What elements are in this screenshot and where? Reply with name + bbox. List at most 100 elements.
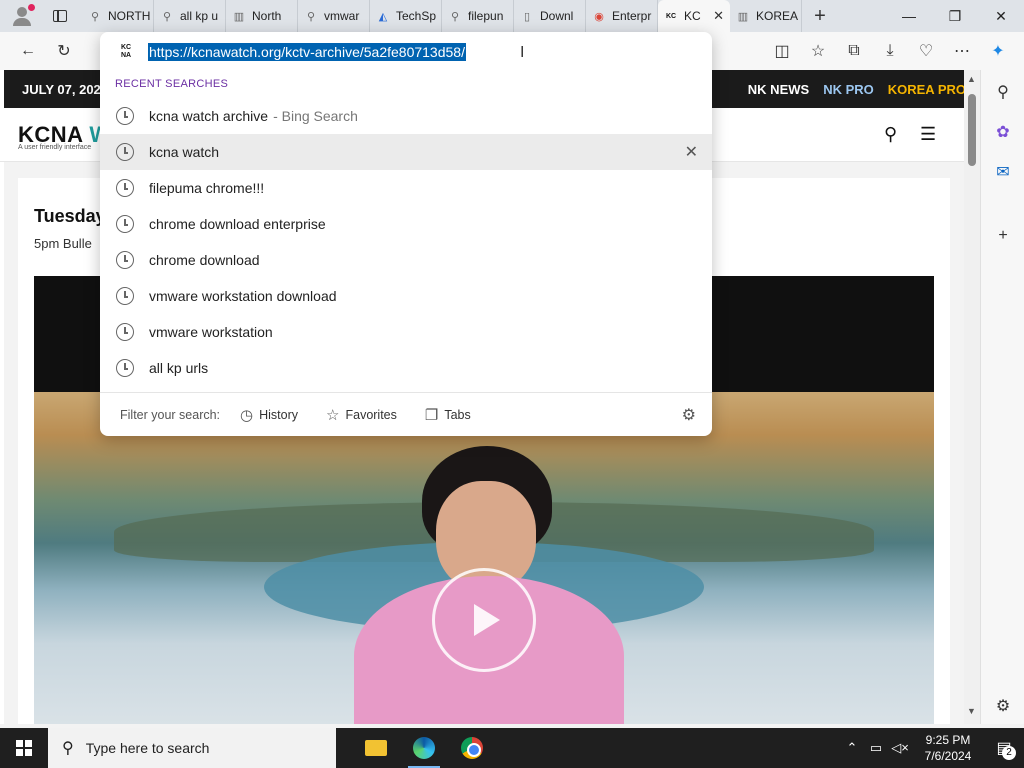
history-icon bbox=[116, 143, 134, 161]
edge-icon bbox=[413, 737, 435, 759]
play-icon bbox=[474, 604, 500, 636]
hamburger-menu-icon[interactable]: ☰ bbox=[920, 124, 936, 145]
suggestion-item-highlighted[interactable]: kcna watch ✕ bbox=[100, 134, 712, 170]
site-search-icon[interactable]: ⚲ bbox=[884, 124, 897, 145]
file-explorer-button[interactable] bbox=[352, 728, 400, 768]
suggestion-item[interactable]: vmware workstation bbox=[100, 314, 712, 350]
tab-actions-button[interactable] bbox=[38, 0, 82, 32]
network-icon[interactable]: ▭ bbox=[864, 740, 888, 756]
more-menu-icon[interactable]: ⋯ bbox=[944, 35, 980, 67]
remove-suggestion-icon[interactable]: ✕ bbox=[685, 142, 698, 162]
kcna-icon: ▥ bbox=[233, 10, 245, 23]
favorites-icon[interactable]: ☆ bbox=[800, 35, 836, 67]
notification-center-button[interactable]: ▤ 2 bbox=[984, 728, 1024, 768]
tab-label: Enterpr bbox=[612, 9, 652, 23]
tab-6[interactable]: ⚲ filepun bbox=[442, 0, 514, 32]
sidebar-search-icon[interactable]: ⚲ bbox=[993, 82, 1013, 102]
filter-label: Filter your search: bbox=[120, 407, 221, 422]
tab-10[interactable]: ▥ KOREA bbox=[730, 0, 802, 32]
search-icon: ⚲ bbox=[306, 10, 316, 23]
profile-button[interactable] bbox=[0, 0, 38, 32]
history-icon bbox=[116, 215, 134, 233]
suggestion-item[interactable]: vmware workstation download bbox=[100, 278, 712, 314]
refresh-button[interactable]: ↻ bbox=[46, 35, 82, 67]
kcna-icon: ▥ bbox=[737, 10, 749, 23]
filter-history[interactable]: ◷ History bbox=[240, 406, 298, 424]
star-icon: ☆ bbox=[326, 406, 340, 424]
suggestion-item[interactable]: kcna watch archive - Bing Search bbox=[100, 98, 712, 134]
profile-avatar-icon bbox=[17, 7, 27, 17]
filter-history-label: History bbox=[259, 407, 299, 422]
suggestion-text: filepuma chrome!!! bbox=[149, 180, 265, 196]
close-tab-icon[interactable]: ✕ bbox=[713, 8, 724, 24]
filter-tabs-label: Tabs bbox=[444, 407, 471, 422]
chrome-taskbar-button[interactable] bbox=[448, 728, 496, 768]
search-icon: ⚲ bbox=[90, 10, 100, 23]
page-scrollbar[interactable]: ▲ ▼ bbox=[964, 70, 980, 724]
filter-tabs[interactable]: ❐ Tabs bbox=[425, 406, 471, 424]
recent-searches-label: RECENT SEARCHES bbox=[115, 78, 229, 90]
copilot-icon[interactable]: ✦ bbox=[980, 35, 1016, 67]
taskbar-search-box[interactable]: ⚲ Type here to search bbox=[48, 728, 336, 768]
history-icon bbox=[116, 323, 134, 341]
scroll-down-icon[interactable]: ▼ bbox=[967, 706, 976, 716]
scroll-thumb[interactable] bbox=[968, 94, 976, 166]
close-window-button[interactable]: ✕ bbox=[978, 0, 1024, 32]
tab-7[interactable]: ▯ Downl bbox=[514, 0, 586, 32]
toolbar-right: ◫ ☆ ⧉ ⤓ ♡ ⋯ ✦ bbox=[764, 35, 1016, 67]
tab-label: all kp u bbox=[180, 9, 219, 23]
filter-favorites[interactable]: ☆ Favorites bbox=[326, 406, 397, 424]
korea-pro-link[interactable]: KOREA PRO bbox=[888, 82, 966, 97]
sidebar-copilot-icon[interactable]: ✿ bbox=[993, 122, 1013, 142]
sidebar-settings-icon[interactable]: ⚙ bbox=[993, 696, 1013, 716]
taskbar-clock[interactable]: 9:25 PM 7/6/2024 bbox=[912, 732, 984, 764]
chrome-icon bbox=[461, 737, 483, 759]
tab-3[interactable]: ▥ North bbox=[226, 0, 298, 32]
search-icon: ⚲ bbox=[450, 10, 460, 23]
gear-icon[interactable]: ⚙ bbox=[682, 405, 696, 425]
address-input[interactable]: https://kcnawatch.org/kctv-archive/5a2fe… bbox=[148, 43, 466, 61]
maximize-button[interactable]: ❐ bbox=[932, 0, 978, 32]
sidebar-outlook-icon[interactable]: ✉ bbox=[993, 162, 1013, 182]
kcna-icon: KC bbox=[665, 12, 677, 20]
downloads-icon[interactable]: ⤓ bbox=[872, 35, 908, 67]
tab-9-active[interactable]: KC KC ✕ bbox=[658, 0, 730, 32]
chevron-up-icon[interactable]: ⌃ bbox=[840, 740, 864, 756]
page-icon: ▯ bbox=[523, 10, 531, 23]
article-subtitle: 5pm Bulle bbox=[34, 236, 92, 251]
back-button[interactable]: ← bbox=[10, 35, 46, 67]
taskbar-search-placeholder: Type here to search bbox=[85, 740, 210, 756]
folder-icon bbox=[365, 740, 387, 756]
start-button[interactable] bbox=[0, 728, 48, 768]
tab-8[interactable]: ◉ Enterpr bbox=[586, 0, 658, 32]
nk-news-link[interactable]: NK NEWS bbox=[748, 82, 809, 97]
tab-actions-icon bbox=[53, 10, 67, 22]
minimize-button[interactable]: — bbox=[886, 0, 932, 32]
edge-sidebar: ⚲ ✿ ✉ + ⚙ bbox=[980, 70, 1024, 724]
tab-strip: ⚲ NORTH ⚲ all kp u ▥ North ⚲ vmwar ◭ TechSp ⚲… bbox=[0, 0, 1024, 32]
article-title: Tuesday bbox=[34, 206, 106, 226]
tab-4[interactable]: ⚲ vmwar bbox=[298, 0, 370, 32]
play-button[interactable] bbox=[432, 568, 536, 672]
chrome-icon: ◉ bbox=[594, 10, 604, 23]
clock-date: 7/6/2024 bbox=[924, 749, 972, 763]
suggestion-item[interactable]: chrome download bbox=[100, 242, 712, 278]
new-tab-button[interactable]: + bbox=[802, 0, 838, 32]
suggestion-item[interactable]: chrome download enterprise bbox=[100, 206, 712, 242]
tab-2[interactable]: ⚲ all kp u bbox=[154, 0, 226, 32]
collections-icon[interactable]: ⧉ bbox=[836, 35, 872, 67]
volume-muted-icon[interactable]: ◁× bbox=[888, 740, 912, 756]
edge-taskbar-button[interactable] bbox=[400, 728, 448, 768]
split-screen-icon[interactable]: ◫ bbox=[764, 35, 800, 67]
nk-pro-link[interactable]: NK PRO bbox=[823, 82, 874, 97]
scroll-up-icon[interactable]: ▲ bbox=[967, 74, 976, 84]
browser-essentials-icon[interactable]: ♡ bbox=[908, 35, 944, 67]
tab-label: KOREA bbox=[756, 9, 799, 23]
window-controls: — ❐ ✕ bbox=[886, 0, 1024, 32]
sidebar-add-icon[interactable]: + bbox=[993, 226, 1013, 246]
suggestion-item[interactable]: all kp urls bbox=[100, 350, 712, 386]
suggestion-item[interactable]: filepuma chrome!!! bbox=[100, 170, 712, 206]
tab-5[interactable]: ◭ TechSp bbox=[370, 0, 442, 32]
tab-1[interactable]: ⚲ NORTH bbox=[82, 0, 154, 32]
address-bar[interactable]: KC NA https://kcnawatch.org/kctv-archive/… bbox=[100, 32, 712, 72]
